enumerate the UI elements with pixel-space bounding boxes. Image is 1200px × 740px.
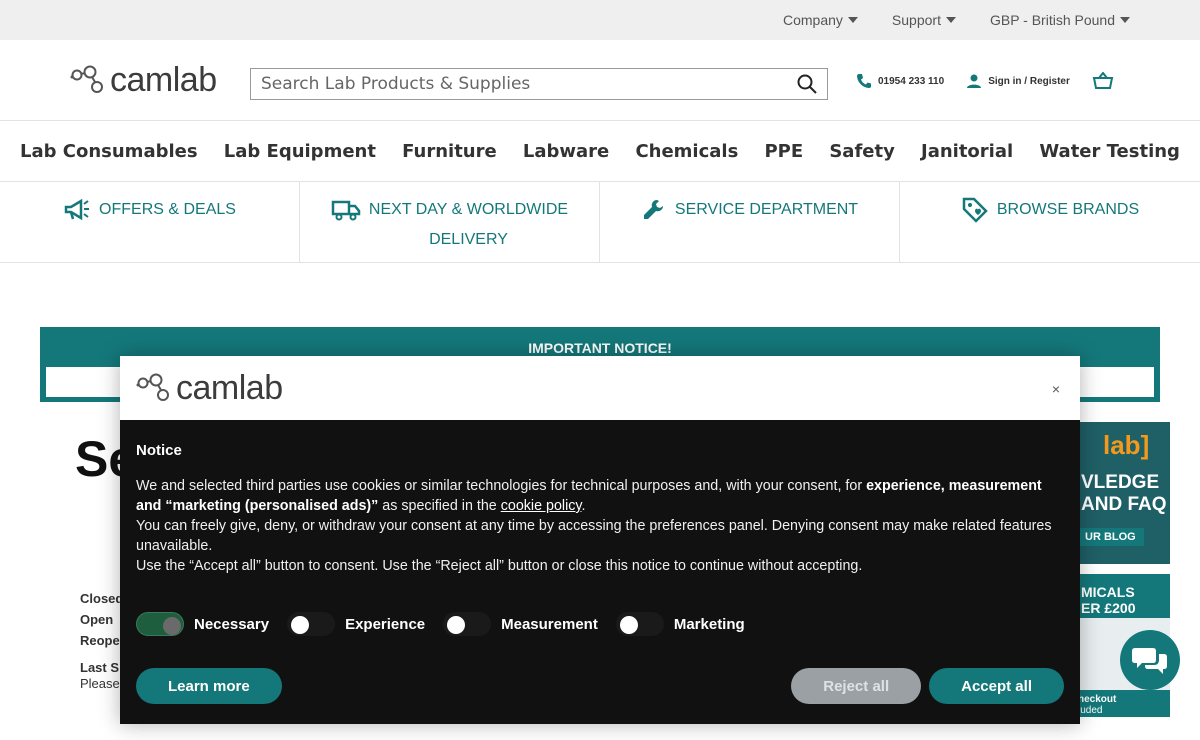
- bg-line: Reope: [80, 633, 120, 648]
- support-menu[interactable]: Support: [892, 12, 956, 28]
- consent-header: camlab ×: [120, 356, 1080, 420]
- consent-text-part: You can freely give, deny, or withdraw y…: [136, 518, 1052, 554]
- blog-promo-tile[interactable]: lab] VLEDGE AND FAQ UR BLOG: [1075, 422, 1170, 564]
- nav-item-lab-consumables[interactable]: Lab Consumables: [20, 141, 198, 162]
- search-icon[interactable]: [797, 74, 817, 94]
- close-icon[interactable]: ×: [1052, 381, 1060, 397]
- blog-promo-text: AND FAQ: [1081, 494, 1167, 515]
- currency-menu[interactable]: GBP - British Pound: [990, 12, 1130, 28]
- consent-text-part: as specified in the: [378, 498, 501, 514]
- consent-text: We and selected third parties use cookie…: [136, 476, 1064, 576]
- nav-item-labware[interactable]: Labware: [523, 141, 609, 162]
- nav-item-ppe[interactable]: PPE: [764, 141, 803, 162]
- user-icon: [967, 74, 982, 88]
- toggle-marketing[interactable]: Marketing: [615, 612, 745, 636]
- consent-logo-text: camlab: [176, 368, 283, 407]
- nav-item-lab-equipment[interactable]: Lab Equipment: [224, 141, 376, 162]
- search-input[interactable]: [261, 74, 797, 94]
- truck-icon: [331, 200, 361, 221]
- reject-all-button[interactable]: Reject all: [791, 668, 922, 704]
- delivery-label-line1: NEXT DAY & WORLDWIDE: [368, 201, 569, 218]
- usp-bar: OFFERS & DEALS NEXT DAY & WORLDWIDE DELIV…: [0, 182, 1200, 263]
- promo-text: ER £200: [1081, 600, 1136, 616]
- blog-promo-text: UR BLOG: [1075, 528, 1144, 546]
- basket-icon[interactable]: [1092, 72, 1114, 90]
- bg-line: Closed: [80, 591, 124, 606]
- learn-more-button[interactable]: Learn more: [136, 668, 282, 704]
- site-header: camlab 01954 233 110 Sign in / Register: [0, 40, 1200, 121]
- chat-bubbles-icon: [1132, 648, 1167, 674]
- logo-molecule-icon: [136, 373, 169, 401]
- offers-label: OFFERS & DEALS: [99, 201, 236, 218]
- brands-label: BROWSE BRANDS: [996, 201, 1140, 218]
- nav-item-janitorial[interactable]: Janitorial: [921, 141, 1013, 162]
- signin-label: Sign in / Register: [988, 75, 1070, 87]
- consent-body: Notice We and selected third parties use…: [120, 420, 1080, 636]
- header-actions: 01954 233 110 Sign in / Register: [856, 72, 1114, 90]
- phone-link[interactable]: 01954 233 110: [856, 73, 944, 89]
- top-utility-bar: Company Support GBP - British Pound: [0, 0, 1200, 40]
- nav-item-furniture[interactable]: Furniture: [402, 141, 497, 162]
- toggle-label: Measurement: [501, 615, 598, 633]
- promo-text: MICALS: [1081, 584, 1135, 600]
- chevron-down-icon: [1120, 17, 1130, 23]
- chat-widget-button[interactable]: [1120, 630, 1180, 690]
- toggle-necessary[interactable]: Necessary: [136, 612, 269, 636]
- currency-label: GBP - British Pound: [989, 12, 1115, 28]
- toggle-measurement[interactable]: Measurement: [443, 612, 598, 636]
- company-menu[interactable]: Company: [783, 12, 858, 28]
- consent-logo: camlab: [136, 369, 283, 408]
- necessary-switch[interactable]: [136, 612, 184, 636]
- chevron-down-icon: [847, 17, 858, 23]
- accept-all-button[interactable]: Accept all: [929, 668, 1064, 704]
- megaphone-icon: [64, 198, 90, 221]
- blog-promo-text: lab]: [1103, 430, 1150, 460]
- chevron-down-icon: [945, 17, 956, 23]
- cookie-policy-link[interactable]: cookie policy: [501, 498, 582, 514]
- phone-number: 01954 233 110: [878, 75, 945, 87]
- consent-text-part: Use the “Accept all” button to consent. …: [136, 558, 863, 574]
- cookie-consent-dialog: camlab × Notice We and selected third pa…: [120, 356, 1080, 724]
- service-label: SERVICE DEPARTMENT: [674, 201, 859, 218]
- wrench-icon: [643, 200, 663, 219]
- marketing-switch[interactable]: [615, 612, 664, 636]
- support-label: Support: [891, 12, 941, 28]
- promo-text: heckout: [1078, 694, 1117, 705]
- offers-deals-link[interactable]: OFFERS & DEALS: [0, 182, 300, 262]
- phone-icon: [857, 74, 871, 88]
- toggle-label: Necessary: [194, 615, 270, 633]
- nav-item-safety[interactable]: Safety: [829, 141, 895, 162]
- company-label: Company: [783, 12, 843, 28]
- main-nav: Lab Consumables Lab Equipment Furniture …: [0, 121, 1200, 182]
- bg-line: Last S: [80, 660, 120, 675]
- promo-text: luded: [1078, 705, 1103, 716]
- bg-line: Open: [80, 612, 114, 627]
- consent-text-part: .: [581, 498, 586, 514]
- service-department-link[interactable]: SERVICE DEPARTMENT: [600, 182, 900, 262]
- consent-toggles: Necessary Experience Measurement Marketi…: [136, 612, 1064, 636]
- site-logo[interactable]: camlab: [70, 61, 217, 100]
- search-box[interactable]: [250, 68, 828, 100]
- bg-line: Please: [80, 676, 120, 691]
- notice-title: IMPORTANT NOTICE!: [528, 340, 672, 356]
- toggle-label: Experience: [345, 615, 426, 633]
- delivery-link[interactable]: NEXT DAY & WORLDWIDE DELIVERY: [300, 182, 600, 262]
- toggle-label: Marketing: [673, 615, 745, 633]
- consent-actions: Learn more Reject all Accept all: [136, 668, 1064, 704]
- logo-molecule-icon: [70, 65, 103, 93]
- signin-link[interactable]: Sign in / Register: [966, 73, 1070, 89]
- consent-text-part: We and selected third parties use cookie…: [136, 478, 867, 494]
- experience-switch[interactable]: [287, 612, 336, 636]
- delivery-label-line2: DELIVERY: [429, 231, 508, 248]
- tag-icon: [962, 197, 988, 223]
- nav-item-water-testing[interactable]: Water Testing: [1039, 141, 1180, 162]
- blog-promo-text: VLEDGE: [1081, 472, 1160, 493]
- toggle-experience[interactable]: Experience: [287, 612, 425, 636]
- consent-heading: Notice: [136, 442, 182, 459]
- nav-item-chemicals[interactable]: Chemicals: [635, 141, 738, 162]
- logo-text: camlab: [110, 60, 217, 99]
- browse-brands-link[interactable]: BROWSE BRANDS: [900, 182, 1200, 262]
- measurement-switch[interactable]: [443, 612, 492, 636]
